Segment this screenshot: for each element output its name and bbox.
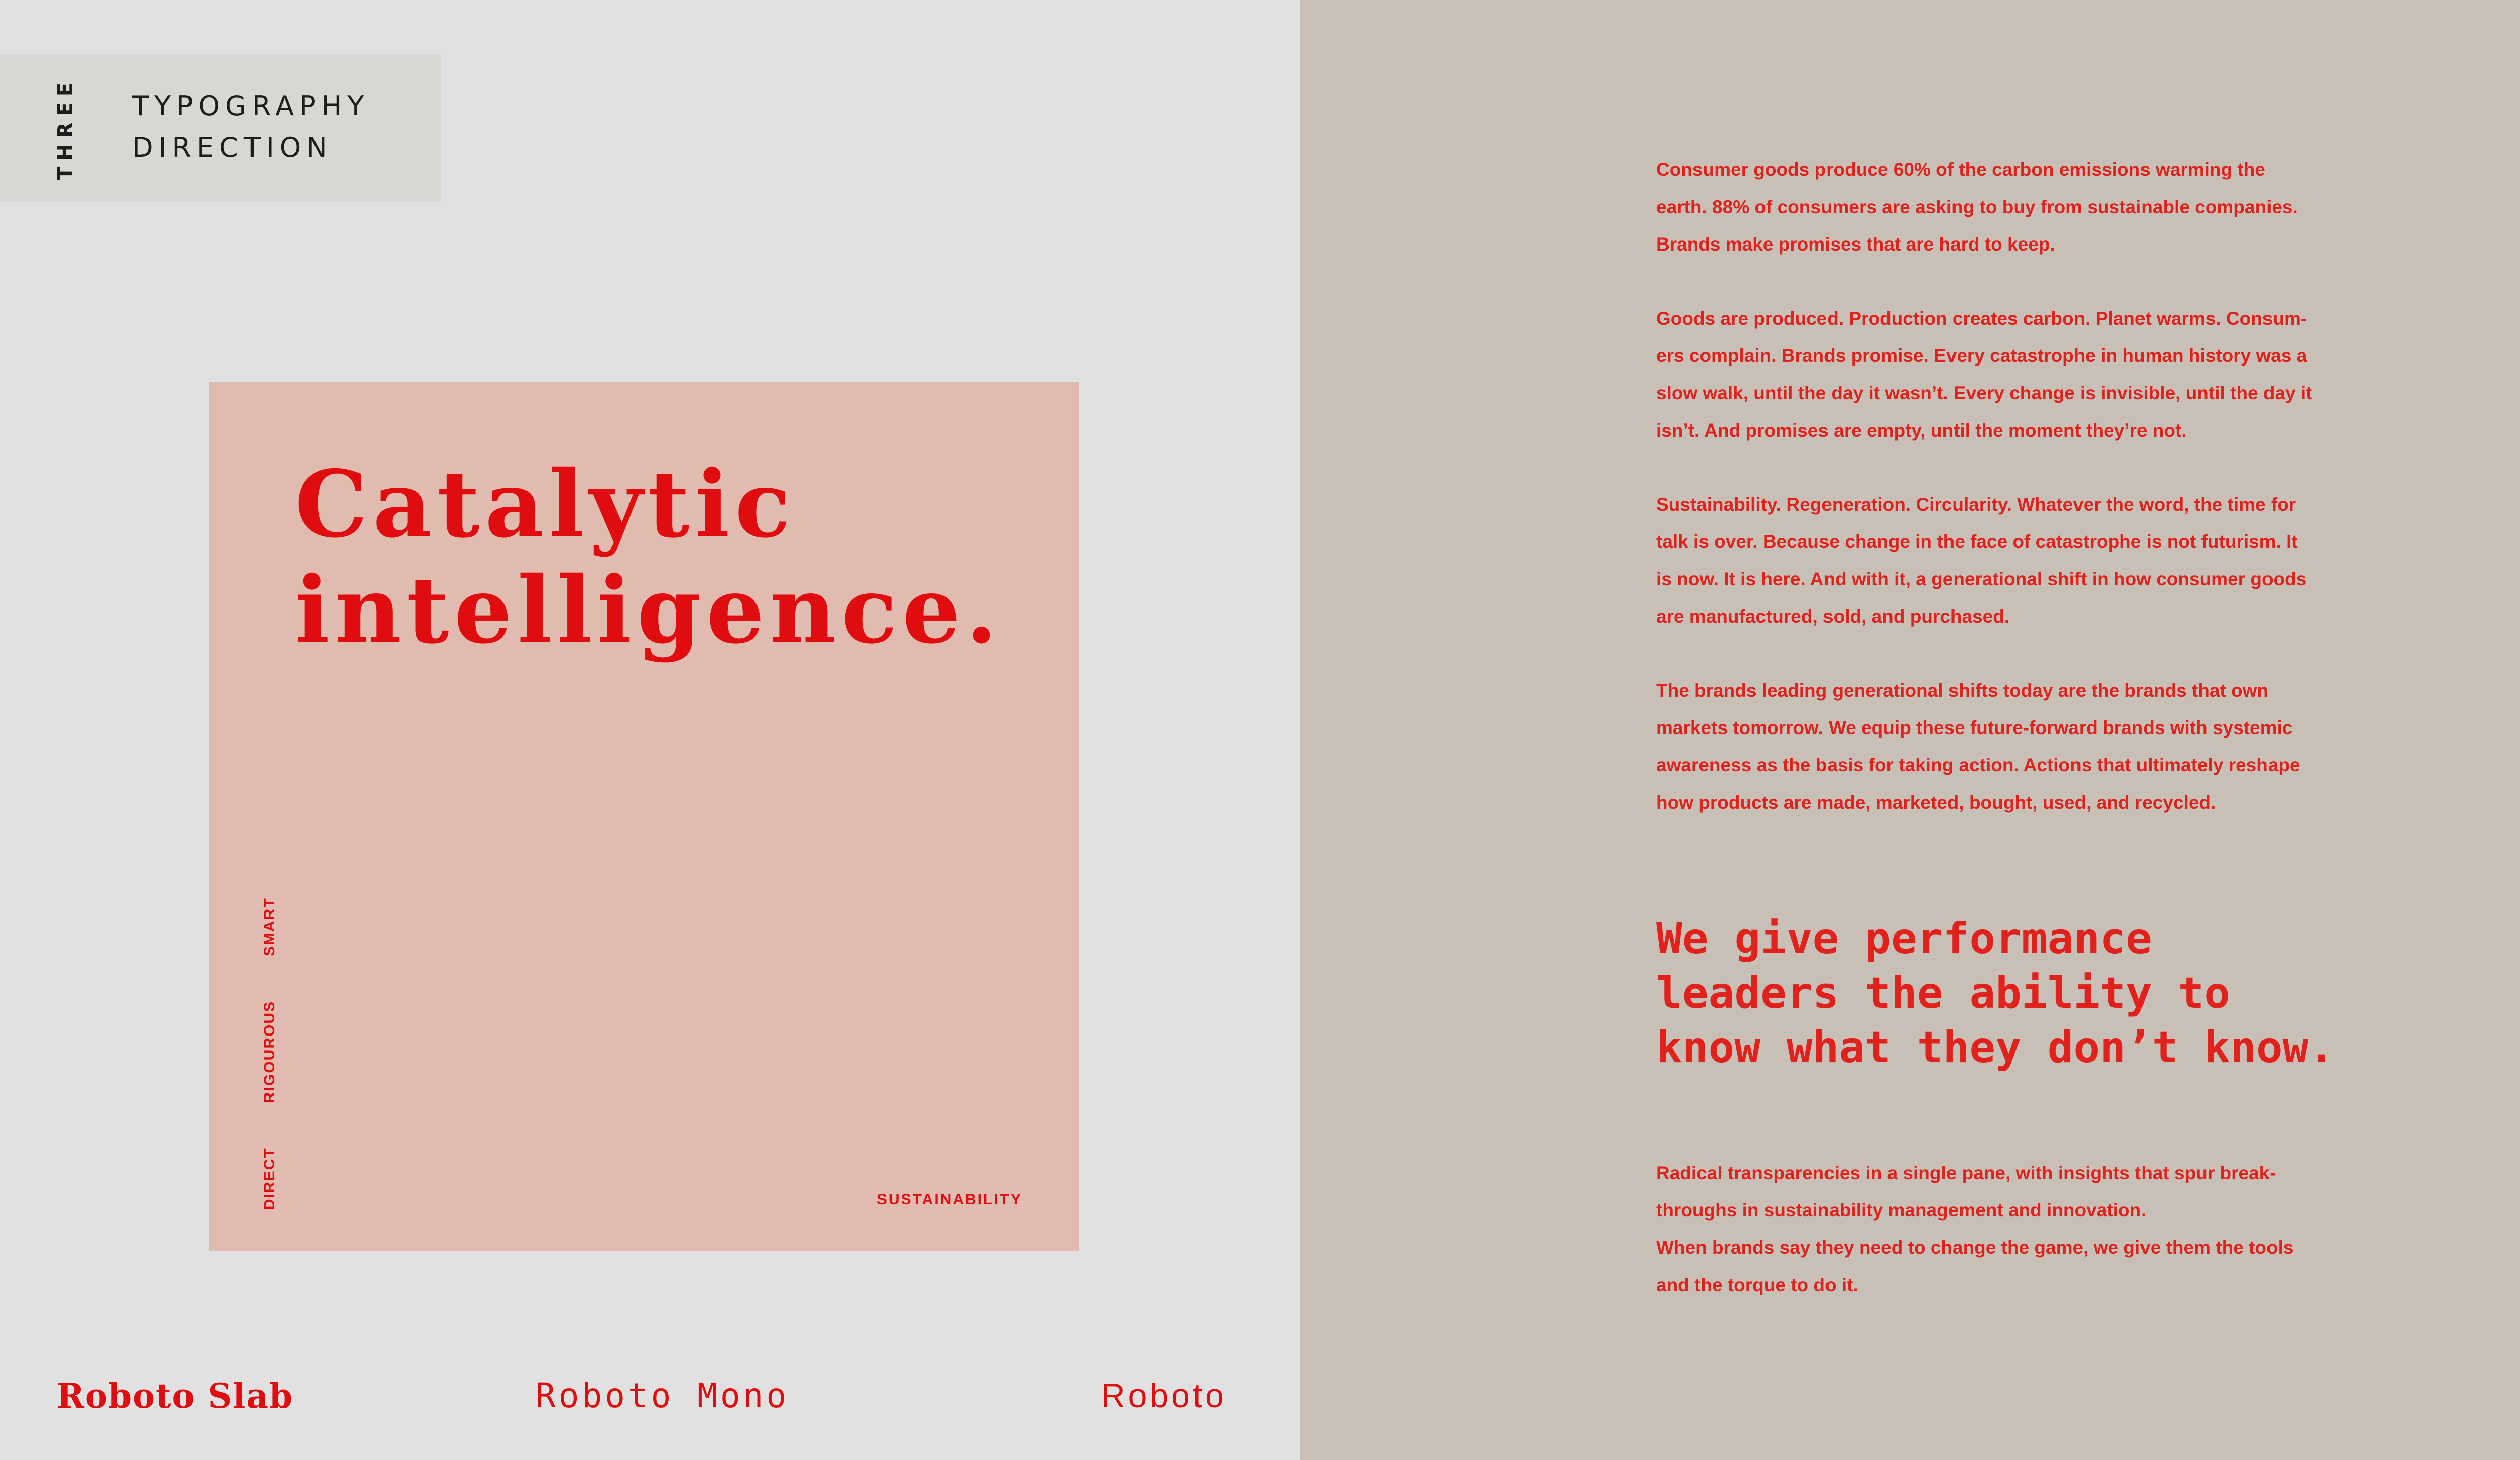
paragraph-line: talk is over. Because change in the face… — [1656, 531, 2298, 552]
section-title-line-2: DIRECTION — [132, 132, 333, 163]
section-number: THREE — [54, 76, 77, 181]
card-word-rigourous: RIGOUROUS — [261, 1000, 278, 1103]
paragraph-line: awareness as the basis for taking action… — [1656, 755, 2300, 775]
paragraph-line: throughs in sustainability management an… — [1656, 1200, 2147, 1221]
paragraph-line: is now. It is here. And with it, a gener… — [1656, 569, 2307, 589]
paragraph-line: Sustainability. Regeneration. Circularit… — [1656, 494, 2296, 515]
paragraph-line: The brands leading generational shifts t… — [1656, 680, 2269, 701]
font-name-mono: Roboto Mono — [536, 1376, 790, 1415]
card-word-smart: SMART — [261, 897, 278, 956]
statement-line-1: We give performance — [1656, 914, 2152, 964]
paragraph-line: slow walk, until the day it wasn’t. Ever… — [1656, 383, 2312, 403]
statement-line-2: leaders the ability to — [1656, 968, 2231, 1018]
body-paragraph-3: Sustainability. Regeneration. Circularit… — [1656, 486, 2362, 635]
card-vertical-words: DIRECT RIGOUROUS SMART — [257, 897, 282, 1210]
paragraph-line: Radical transparencies in a single pane,… — [1656, 1163, 2276, 1183]
card-tag: SUSTAINABILITY — [876, 1191, 1022, 1208]
body-paragraph-5: Radical transparencies in a single pane,… — [1656, 1154, 2362, 1304]
font-name-sans: Roboto — [1101, 1377, 1227, 1414]
paragraph-line: isn’t. And promises are empty, until the… — [1656, 420, 2187, 441]
card-headline-line-2: intelligence. — [295, 556, 1003, 664]
body-paragraph-1: Consumer goods produce 60% of the carbon… — [1656, 151, 2362, 263]
paragraph-line: Goods are produced. Production creates c… — [1656, 308, 2307, 329]
paragraph-line: Consumer goods produce 60% of the carbon… — [1656, 159, 2265, 180]
paragraph-line: earth. 88% of consumers are asking to bu… — [1656, 197, 2298, 217]
card-headline-line-1: Catalytic — [295, 450, 796, 558]
paragraph-line: how products are made, marketed, bought,… — [1656, 792, 2216, 813]
paragraph-line: are manufactured, sold, and purchased. — [1656, 606, 2010, 627]
card-headline: Catalytic intelligence. — [295, 451, 1002, 663]
body-paragraph-4: The brands leading generational shifts t… — [1656, 672, 2362, 821]
card-word-direct: DIRECT — [261, 1147, 278, 1210]
paragraph-line: When brands say they need to change the … — [1656, 1237, 2294, 1258]
statement-heading: We give performance leaders the ability … — [1656, 911, 2335, 1075]
font-name-slab: Roboto Slab — [56, 1376, 294, 1416]
paragraph-line: markets tomorrow. We equip these future-… — [1656, 717, 2293, 738]
statement-line-3: know what they don’t know. — [1656, 1022, 2335, 1073]
body-paragraph-2: Goods are produced. Production creates c… — [1656, 300, 2362, 449]
paragraph-line: ers complain. Brands promise. Every cata… — [1656, 345, 2307, 366]
paragraph-line: Brands make promises that are hard to ke… — [1656, 234, 2055, 255]
paragraph-line: and the torque to do it. — [1656, 1274, 1858, 1295]
section-title-line-1: TYPOGRAPHY — [132, 90, 370, 122]
section-title: TYPOGRAPHY DIRECTION — [132, 86, 369, 168]
